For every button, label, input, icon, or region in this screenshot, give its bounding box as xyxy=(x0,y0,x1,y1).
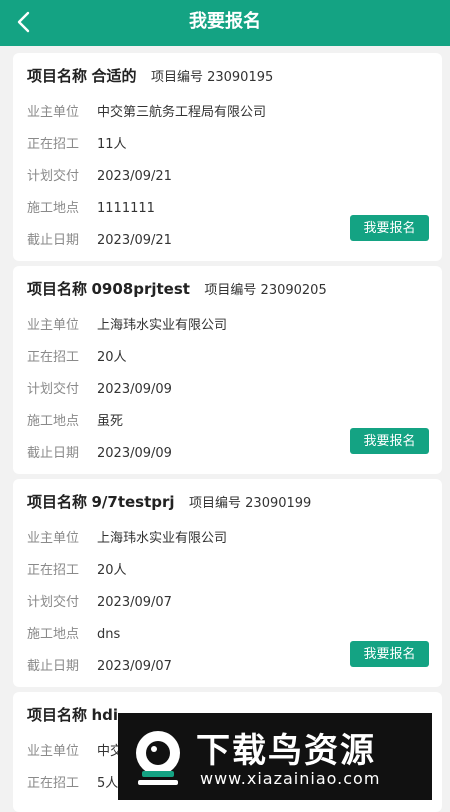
delivery-row: 计划交付 2023/09/21 xyxy=(27,169,172,184)
project-code-label: 项目编号 xyxy=(150,70,203,85)
deadline-value: 2023/09/21 xyxy=(97,233,172,248)
project-code: 23090195 xyxy=(207,70,274,85)
watermark-title: 下载鸟资源 xyxy=(196,731,376,771)
project-code: 23090205 xyxy=(260,283,327,298)
owner-row: 业主单位 上海玮水实业有限公司 xyxy=(27,531,228,546)
owner-row: 业主单位 中交第三航务工程局有限公司 xyxy=(27,105,267,120)
project-name: 0908prjtest xyxy=(91,280,190,298)
bird-logo-icon xyxy=(136,731,180,785)
page-title: 我要报名 xyxy=(189,11,261,32)
deadline-row: 截止日期 2023/09/21 xyxy=(27,233,172,248)
hiring-value: 11人 xyxy=(97,137,127,152)
app-header: 我要报名 xyxy=(0,0,450,46)
site-row: 施工地点 dns xyxy=(27,627,121,642)
hiring-value: 20人 xyxy=(97,563,127,578)
site-row: 施工地点 1111111 xyxy=(27,201,155,216)
site-value: 虽死 xyxy=(97,414,124,429)
project-name: 合适的 xyxy=(91,67,137,85)
hiring-value: 5人 xyxy=(97,776,119,791)
project-name-label: 项目名称 xyxy=(27,280,88,298)
site-value: 1111111 xyxy=(97,201,155,216)
project-card: 项目名称 合适的 项目编号 23090195 业主单位 中交第三航务工程局有限公司… xyxy=(13,53,442,261)
watermark-banner: 下载鸟资源 www.xiazainiao.com xyxy=(118,713,432,800)
hiring-row: 正在招工 5人 xyxy=(27,776,119,791)
site-value: dns xyxy=(97,627,121,642)
deadline-value: 2023/09/09 xyxy=(97,446,172,461)
project-title-row: 项目名称 合适的 项目编号 23090195 xyxy=(27,65,273,86)
signup-button[interactable]: 我要报名 xyxy=(350,641,429,667)
delivery-value: 2023/09/09 xyxy=(97,382,172,397)
project-code-label: 项目编号 xyxy=(189,496,242,511)
project-title-row: 项目名称 hdi xyxy=(27,704,118,725)
owner-row: 业主单位 中交 xyxy=(27,744,124,759)
project-name-label: 项目名称 xyxy=(27,493,88,511)
owner-value: 中交第三航务工程局有限公司 xyxy=(97,105,267,120)
signup-button[interactable]: 我要报名 xyxy=(350,215,429,241)
project-code: 23090199 xyxy=(245,496,312,511)
watermark-url: www.xiazainiao.com xyxy=(200,769,381,788)
delivery-value: 2023/09/07 xyxy=(97,595,172,610)
hiring-row: 正在招工 20人 xyxy=(27,350,127,365)
signup-button[interactable]: 我要报名 xyxy=(350,428,429,454)
owner-value: 上海玮水实业有限公司 xyxy=(97,531,228,546)
project-title-row: 项目名称 9/7testprj 项目编号 23090199 xyxy=(27,491,311,512)
project-name: hdi xyxy=(91,706,119,724)
project-name-label: 项目名称 xyxy=(27,67,88,85)
project-code-label: 项目编号 xyxy=(204,283,257,298)
delivery-row: 计划交付 2023/09/09 xyxy=(27,382,172,397)
project-name: 9/7testprj xyxy=(91,493,175,511)
project-card: 项目名称 0908prjtest 项目编号 23090205 业主单位 上海玮水实… xyxy=(13,266,442,474)
deadline-row: 截止日期 2023/09/09 xyxy=(27,446,172,461)
delivery-row: 计划交付 2023/09/07 xyxy=(27,595,172,610)
deadline-row: 截止日期 2023/09/07 xyxy=(27,659,172,674)
site-row: 施工地点 虽死 xyxy=(27,414,124,429)
deadline-value: 2023/09/07 xyxy=(97,659,172,674)
hiring-row: 正在招工 20人 xyxy=(27,563,127,578)
project-title-row: 项目名称 0908prjtest 项目编号 23090205 xyxy=(27,278,327,299)
hiring-row: 正在招工 11人 xyxy=(27,137,127,152)
delivery-value: 2023/09/21 xyxy=(97,169,172,184)
project-name-label: 项目名称 xyxy=(27,706,88,724)
owner-row: 业主单位 上海玮水实业有限公司 xyxy=(27,318,228,333)
project-card: 项目名称 9/7testprj 项目编号 23090199 业主单位 上海玮水实业… xyxy=(13,479,442,687)
owner-value: 上海玮水实业有限公司 xyxy=(97,318,228,333)
hiring-value: 20人 xyxy=(97,350,127,365)
